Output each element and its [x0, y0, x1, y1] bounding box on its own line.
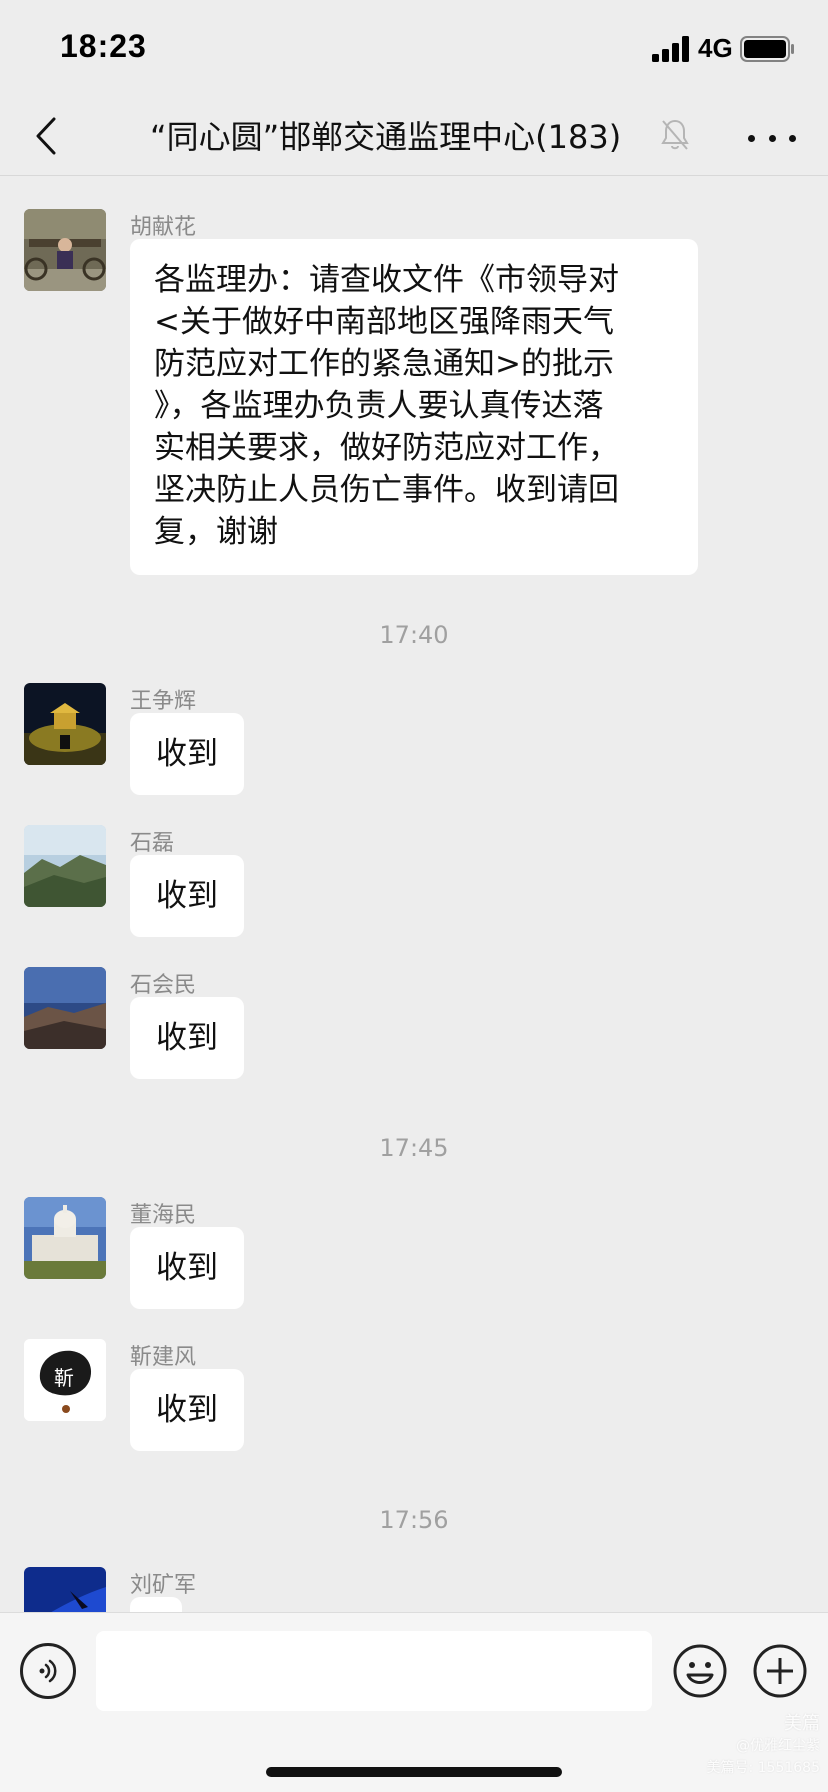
input-bar: 美篇 @优雅红尘紫 美篇号: 1551685 [0, 1612, 828, 1792]
sender-name: 王争辉 [130, 689, 197, 714]
message-bubble[interactable]: 收到 [130, 1227, 244, 1309]
more-dot [768, 134, 776, 142]
message-item: 刘矿军 [24, 1567, 804, 1612]
avatar[interactable] [24, 209, 106, 291]
sender-name: 刘矿军 [130, 1573, 197, 1598]
message-bubble[interactable]: 收到 [130, 713, 244, 795]
sender-name: 董海民 [130, 1203, 197, 1228]
message-line: <关于做好中南部地区强降雨天气 [154, 304, 614, 340]
voice-button[interactable] [20, 1643, 76, 1699]
message-item: 王争辉 收到 [24, 683, 804, 799]
message-line: 各监理办：请查收文件《市领导对 [154, 262, 619, 298]
message-line: 防范应对工作的紧急通知>的批示 [154, 346, 614, 382]
watermark-line: 美篇号: 1551685 [706, 1760, 820, 1776]
emoji-icon[interactable] [672, 1643, 728, 1699]
message-input[interactable] [96, 1631, 652, 1711]
message-line: 坚决防止人员伤亡事件。收到请回 [154, 472, 619, 508]
message-bubble[interactable]: 收到 [130, 855, 244, 937]
chat-header: “同心圆”邯郸交通监理中心(183) [0, 96, 828, 176]
more-button[interactable] [748, 120, 796, 156]
more-dot [748, 134, 755, 142]
time-divider: 17:56 [379, 1506, 449, 1534]
message-bubble[interactable]: 各监理办：请查收文件《市领导对 <关于做好中南部地区强降雨天气 防范应对工作的紧… [130, 239, 698, 575]
time-divider: 17:45 [379, 1134, 449, 1162]
message-bubble[interactable]: 收到 [130, 997, 244, 1079]
network-type: 4G [698, 33, 733, 63]
back-button[interactable] [26, 114, 66, 158]
avatar-glyph: 靳 [54, 1366, 74, 1390]
battery-icon [740, 36, 794, 62]
message-line: 复，谢谢 [154, 514, 278, 550]
cellular-signal-icon [652, 36, 689, 62]
home-indicator [266, 1767, 562, 1777]
message-item: 石磊 收到 [24, 825, 804, 941]
message-line: 实相关要求，做好防范应对工作， [154, 430, 619, 466]
watermark-line: @优雅红尘紫 [736, 1738, 820, 1754]
plus-circle-icon[interactable] [752, 1643, 808, 1699]
message-item: 靳 靳建风 收到 [24, 1339, 804, 1455]
avatar[interactable]: 靳 [24, 1339, 106, 1421]
sender-name: 石磊 [130, 831, 175, 856]
watermark: 美篇 @优雅红尘紫 美篇号: 1551685 [690, 1713, 820, 1779]
watermark-brand: 美篇 [784, 1713, 820, 1734]
voice-icon [39, 1659, 57, 1683]
chat-title[interactable]: “同心圆”邯郸交通监理中心(183) [150, 112, 670, 158]
message-bubble[interactable] [130, 1597, 182, 1612]
sender-name: 石会民 [130, 973, 197, 998]
avatar[interactable] [24, 1567, 106, 1612]
avatar[interactable] [24, 683, 106, 765]
status-time: 18:23 [60, 28, 147, 64]
sender-name: 胡献花 [130, 215, 197, 240]
chat-message-list[interactable]: 胡献花 各监理办：请查收文件《市领导对 <关于做好中南部地区强降雨天气 防范应对… [0, 177, 828, 1612]
sender-name: 靳建风 [130, 1345, 197, 1370]
message-line: 》，各监理办负责人要认真传达落 [154, 388, 604, 424]
message-item: 石会民 收到 [24, 967, 804, 1083]
status-bar: 18:23 4G [0, 0, 828, 96]
bell-muted-icon [661, 119, 689, 150]
avatar[interactable] [24, 967, 106, 1049]
message-item: 胡献花 各监理办：请查收文件《市领导对 <关于做好中南部地区强降雨天气 防范应对… [24, 209, 804, 575]
time-divider: 17:40 [379, 621, 449, 649]
avatar[interactable] [24, 1197, 106, 1279]
chevron-left-icon [36, 117, 56, 155]
avatar[interactable] [24, 825, 106, 907]
message-item: 董海民 收到 [24, 1197, 804, 1313]
more-dot [789, 134, 796, 142]
message-bubble[interactable]: 收到 [130, 1369, 244, 1451]
